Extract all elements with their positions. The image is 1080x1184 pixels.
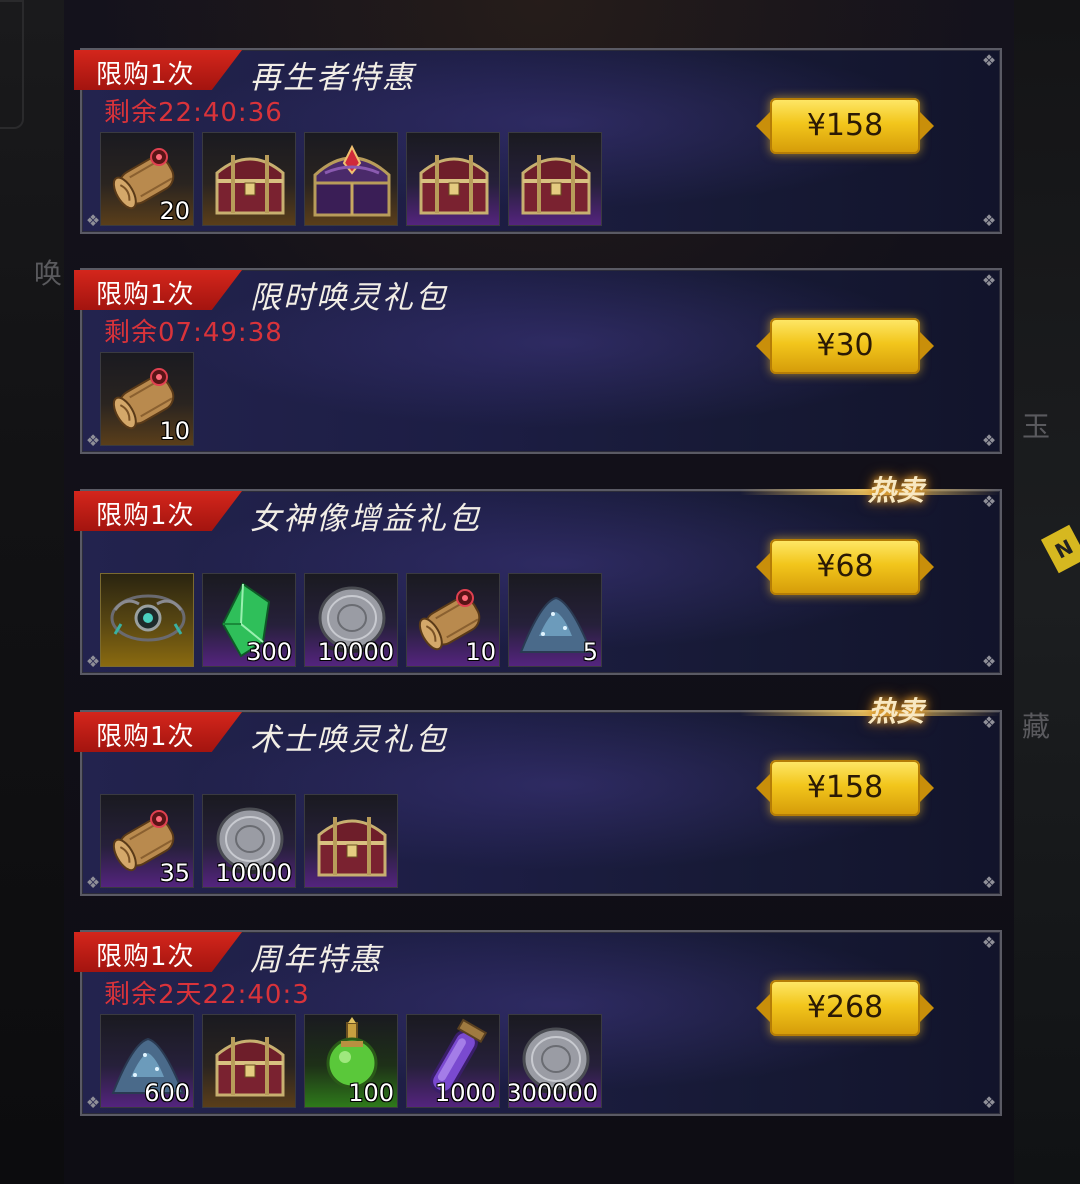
corner-ornament-icon: ❖ (981, 652, 997, 671)
reward-item-slot[interactable] (100, 573, 194, 667)
reward-item-slot[interactable] (304, 794, 398, 888)
limit-badge-label: 限购1次 (96, 60, 195, 90)
offer-countdown: 剩余07:49:38 (104, 318, 283, 348)
offer-title: 限时唤灵礼包 (250, 280, 448, 316)
left-side-label: 唤 (34, 257, 63, 290)
offer-countdown: 剩余2天22:40:3 (104, 980, 310, 1010)
offer-title: 再生者特惠 (250, 60, 415, 96)
item-count: 10000 (215, 859, 292, 887)
limit-badge: 限购1次 (74, 50, 242, 90)
right-side-label-2: 藏 (1022, 710, 1051, 743)
corner-ornament-icon: ❖ (981, 873, 997, 892)
reward-item-slot[interactable]: 300 (202, 573, 296, 667)
limit-badge: 限购1次 (74, 932, 242, 972)
reward-items: 300 10000 10 5 (100, 573, 602, 667)
reward-item-slot[interactable]: 100 (304, 1014, 398, 1108)
item-count: 100 (348, 1079, 394, 1107)
reward-items: 10 (100, 352, 194, 446)
limit-badge: 限购1次 (74, 712, 242, 752)
reward-items: 600 100 1000 300000 (100, 1014, 602, 1108)
corner-ornament-icon: ❖ (85, 431, 101, 450)
reward-item-slot[interactable]: 300000 (508, 1014, 602, 1108)
item-count: 5 (582, 638, 598, 666)
reward-item-slot[interactable]: 10 (406, 573, 500, 667)
offer-card: 限购1次 女神像增益礼包 热卖 ¥68 300 10000 10 5 ❖ ❖ ❖ (74, 474, 1002, 675)
hot-sale-badge: 热卖 (867, 695, 924, 728)
reward-item-slot[interactable]: 600 (100, 1014, 194, 1108)
limit-badge-label: 限购1次 (96, 501, 195, 531)
reward-item-slot[interactable]: 10000 (202, 794, 296, 888)
item-count: 1000 (434, 1079, 496, 1107)
item-count: 10000 (317, 638, 394, 666)
item-count: 300 (246, 638, 292, 666)
reward-item-slot[interactable] (202, 1014, 296, 1108)
offer-title: 术士唤灵礼包 (250, 722, 448, 758)
reward-item-slot[interactable]: 10000 (304, 573, 398, 667)
reward-item-slot[interactable] (508, 132, 602, 226)
buy-price-button[interactable]: ¥68 (756, 539, 934, 595)
corner-ornament-icon: ❖ (85, 873, 101, 892)
offer-card: 限购1次 术士唤灵礼包 热卖 ¥158 35 10000 ❖ ❖ ❖ (74, 695, 1002, 896)
item-count: 10 (159, 417, 190, 445)
corner-ornament-icon: ❖ (981, 933, 997, 952)
reward-items: 35 10000 (100, 794, 398, 888)
item-count: 20 (159, 197, 190, 225)
corner-ornament-icon: ❖ (981, 431, 997, 450)
limit-badge-label: 限购1次 (96, 722, 195, 752)
reward-item-slot[interactable]: 35 (100, 794, 194, 888)
limit-badge: 限购1次 (74, 270, 242, 310)
right-side-label-1: 玉 (1022, 410, 1051, 443)
buy-price-button[interactable]: ¥158 (756, 98, 934, 154)
corner-ornament-icon: ❖ (981, 713, 997, 732)
corner-ornament-icon: ❖ (981, 211, 997, 230)
offer-card: 限购1次 周年特惠 剩余2天22:40:3 ¥268 600 100 1000 … (74, 930, 1002, 1116)
hot-sale-badge: 热卖 (867, 474, 924, 507)
limit-badge-label: 限购1次 (96, 942, 195, 972)
reward-item-slot[interactable]: 1000 (406, 1014, 500, 1108)
right-background: 玉 藏 N (1014, 0, 1080, 1184)
reward-item-slot[interactable] (406, 132, 500, 226)
offer-countdown: 剩余22:40:36 (104, 98, 283, 128)
reward-item-slot[interactable] (304, 132, 398, 226)
buy-price-button[interactable]: ¥158 (756, 760, 934, 816)
corner-ornament-icon: ❖ (85, 1093, 101, 1112)
left-background: 唤 (0, 0, 64, 1184)
offer-title: 女神像增益礼包 (250, 501, 481, 537)
item-count: 35 (159, 859, 190, 887)
item-count: 300000 (508, 1079, 598, 1107)
offer-card: 限购1次 限时唤灵礼包 剩余07:49:38 ¥30 10 ❖ ❖ ❖ (74, 268, 1002, 454)
reward-item-slot[interactable] (202, 132, 296, 226)
item-count: 10 (465, 638, 496, 666)
buy-price-button[interactable]: ¥268 (756, 980, 934, 1036)
item-count: 600 (144, 1079, 190, 1107)
offer-title: 周年特惠 (250, 942, 382, 978)
reward-items: 20 (100, 132, 602, 226)
reward-item-slot[interactable]: 5 (508, 573, 602, 667)
corner-ornament-icon: ❖ (981, 492, 997, 511)
limit-badge-label: 限购1次 (96, 280, 195, 310)
corner-ornament-icon: ❖ (981, 51, 997, 70)
corner-ornament-icon: ❖ (85, 211, 101, 230)
offer-card: 限购1次 再生者特惠 剩余22:40:36 ¥158 20 ❖ ❖ ❖ (74, 48, 1002, 234)
corner-ornament-icon: ❖ (981, 1093, 997, 1112)
corner-ornament-icon: ❖ (981, 271, 997, 290)
buy-price-button[interactable]: ¥30 (756, 318, 934, 374)
left-frame-decoration (0, 0, 24, 129)
limit-badge: 限购1次 (74, 491, 242, 531)
reward-item-slot[interactable]: 20 (100, 132, 194, 226)
corner-ornament-icon: ❖ (85, 652, 101, 671)
reward-item-slot[interactable]: 10 (100, 352, 194, 446)
right-side-tag: N (1040, 524, 1080, 574)
